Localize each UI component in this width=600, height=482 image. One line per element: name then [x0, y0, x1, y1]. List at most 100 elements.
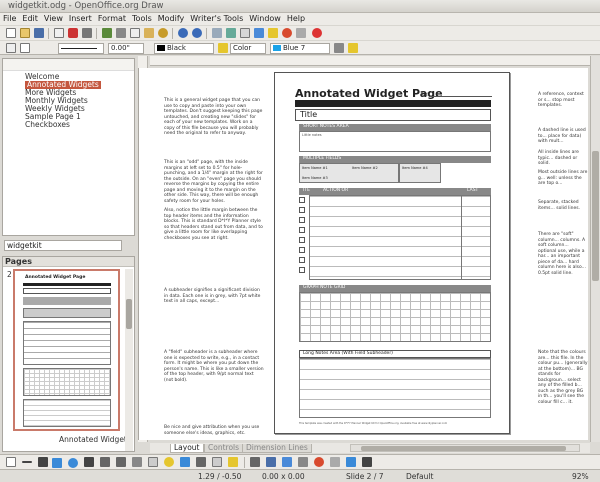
menu-window[interactable]: Window [246, 13, 284, 25]
navigator-document-select[interactable]: widgetkit [4, 240, 122, 251]
long-notes-area[interactable] [299, 358, 491, 418]
short-notes-area[interactable]: Little notes [299, 131, 491, 152]
note-soft-columns: There are "soft" column... columns. A so… [538, 232, 586, 276]
note-margin: Also, notice the little margin between t… [164, 208, 263, 241]
field-item-1[interactable]: Item Name #1 Item Name #2 Item Name #3 [299, 163, 399, 183]
alignment-icon[interactable] [330, 457, 340, 467]
line-properties-icon[interactable] [6, 43, 16, 53]
arrow-tool-icon[interactable] [38, 457, 48, 467]
copy-icon[interactable] [130, 28, 140, 38]
format-paintbrush-icon[interactable] [158, 28, 168, 38]
tab-dimension-lines[interactable]: Dimension Lines [242, 444, 312, 453]
points-icon[interactable] [250, 457, 260, 467]
menu-file[interactable]: File [0, 13, 19, 25]
block-arrows-icon[interactable] [180, 457, 190, 467]
title-field[interactable]: Title [295, 109, 491, 121]
note-stacked: Separate, stacked items... solid lines. [538, 200, 581, 211]
note-dashed: A dashed line is used to... place for da… [538, 128, 586, 144]
help-icon[interactable] [312, 28, 322, 38]
save-icon[interactable] [34, 28, 44, 38]
stars-icon[interactable] [228, 457, 238, 467]
action-table[interactable] [309, 195, 491, 280]
arrange-icon[interactable] [346, 457, 356, 467]
undo-icon[interactable] [178, 28, 188, 38]
basic-shapes-icon[interactable] [148, 457, 158, 467]
text-tool-icon[interactable] [84, 457, 94, 467]
pages-panel: Pages 2 Annotated Widget Page Annotated … [2, 256, 135, 452]
cut-icon[interactable] [116, 28, 126, 38]
long-notes-header: Long Notes Area (With Field Subheader) [299, 350, 491, 358]
position-size-icon[interactable] [348, 43, 358, 53]
email-icon[interactable] [54, 28, 64, 38]
extrusion-icon[interactable] [362, 457, 372, 467]
line-style-field[interactable] [58, 43, 104, 54]
area-icon[interactable] [218, 43, 228, 53]
tab-controls[interactable]: Controls [204, 444, 244, 453]
ellipse-tool-icon[interactable] [68, 458, 78, 468]
spellcheck-icon[interactable] [102, 28, 112, 38]
menu-format[interactable]: Format [95, 13, 129, 25]
standard-toolbar [0, 25, 600, 40]
area-style-select[interactable]: Color [230, 43, 266, 54]
redo-icon[interactable] [192, 28, 202, 38]
line-width-field[interactable]: 0.00" [108, 43, 144, 54]
connector-tool-icon[interactable] [116, 457, 126, 467]
note-reference: A reference, context or s... stop most t… [538, 92, 584, 108]
menu-tools[interactable]: Tools [129, 13, 155, 25]
line-color-select[interactable]: Black [154, 43, 214, 54]
from-file-icon[interactable] [282, 457, 292, 467]
navigator-icon[interactable] [268, 28, 278, 38]
arrow-style-icon[interactable] [20, 43, 30, 53]
area-color-select[interactable]: Blue 7 [270, 43, 330, 54]
shadow-icon[interactable] [334, 43, 344, 53]
field-item-2[interactable]: Item Name #4 [399, 163, 441, 183]
callouts-icon[interactable] [212, 457, 222, 467]
paste-icon[interactable] [144, 28, 154, 38]
multiple-fields-header: MULTIPLE FIELDS [299, 156, 491, 163]
new-document-icon[interactable] [6, 28, 16, 38]
curve-tool-icon[interactable] [100, 457, 110, 467]
graph-notes-grid[interactable] [299, 292, 491, 342]
thumb-title: Annotated Widget Page [25, 275, 86, 280]
symbol-shapes-icon[interactable] [164, 457, 174, 467]
horizontal-scrollbar[interactable] [350, 444, 580, 452]
menu-view[interactable]: View [41, 13, 66, 25]
menu-writers-tools[interactable]: Writer's Tools [187, 13, 246, 25]
rectangle-tool-icon[interactable] [52, 458, 62, 468]
image-icon[interactable] [254, 28, 264, 38]
status-size: 0.00 x 0.00 [262, 472, 305, 481]
export-pdf-icon[interactable] [68, 28, 78, 38]
page-thumbnail[interactable]: Annotated Widget Page [13, 269, 120, 431]
gallery-tool-icon[interactable] [298, 457, 308, 467]
zoom-icon[interactable] [296, 28, 306, 38]
flowchart-icon[interactable] [196, 457, 206, 467]
gallery-icon[interactable] [282, 28, 292, 38]
status-slide: Slide 2 / 7 [346, 472, 384, 481]
chart-icon[interactable] [240, 28, 250, 38]
pages-scrollbar[interactable] [125, 269, 133, 451]
grid-icon[interactable] [212, 28, 222, 38]
navigator-panel: Welcome Annotated Widgets More Widgets M… [2, 58, 135, 236]
rotate-icon[interactable] [314, 457, 324, 467]
note-subheader: A subheader signifies a significant divi… [164, 288, 261, 304]
note-outside-lines: Most outside lines are g... well: unless… [538, 170, 588, 186]
page-ref: Ref. [421, 92, 429, 97]
nav-item-checkboxes[interactable]: Checkboxes [25, 121, 134, 129]
menu-edit[interactable]: Edit [19, 13, 41, 25]
menu-insert[interactable]: Insert [66, 13, 95, 25]
print-icon[interactable] [82, 28, 92, 38]
status-zoom[interactable]: 92% [572, 472, 589, 481]
fontwork-icon[interactable] [266, 457, 276, 467]
vertical-scrollbar[interactable] [590, 56, 600, 442]
menu-modify[interactable]: Modify [155, 13, 188, 25]
table-icon[interactable] [226, 28, 236, 38]
navigator-toolbar [3, 59, 134, 71]
tab-layout[interactable]: Layout [170, 444, 204, 453]
open-icon[interactable] [20, 28, 30, 38]
menu-help[interactable]: Help [284, 13, 308, 25]
line-fill-toolbar: 0.00" Black Color Blue 7 [0, 40, 600, 55]
select-icon[interactable] [6, 457, 16, 467]
lines-arrows-icon[interactable] [132, 457, 142, 467]
planner-page[interactable]: Annotated Widget Page Ref. Title SHORT N… [274, 72, 510, 434]
line-tool-icon[interactable] [22, 461, 32, 463]
